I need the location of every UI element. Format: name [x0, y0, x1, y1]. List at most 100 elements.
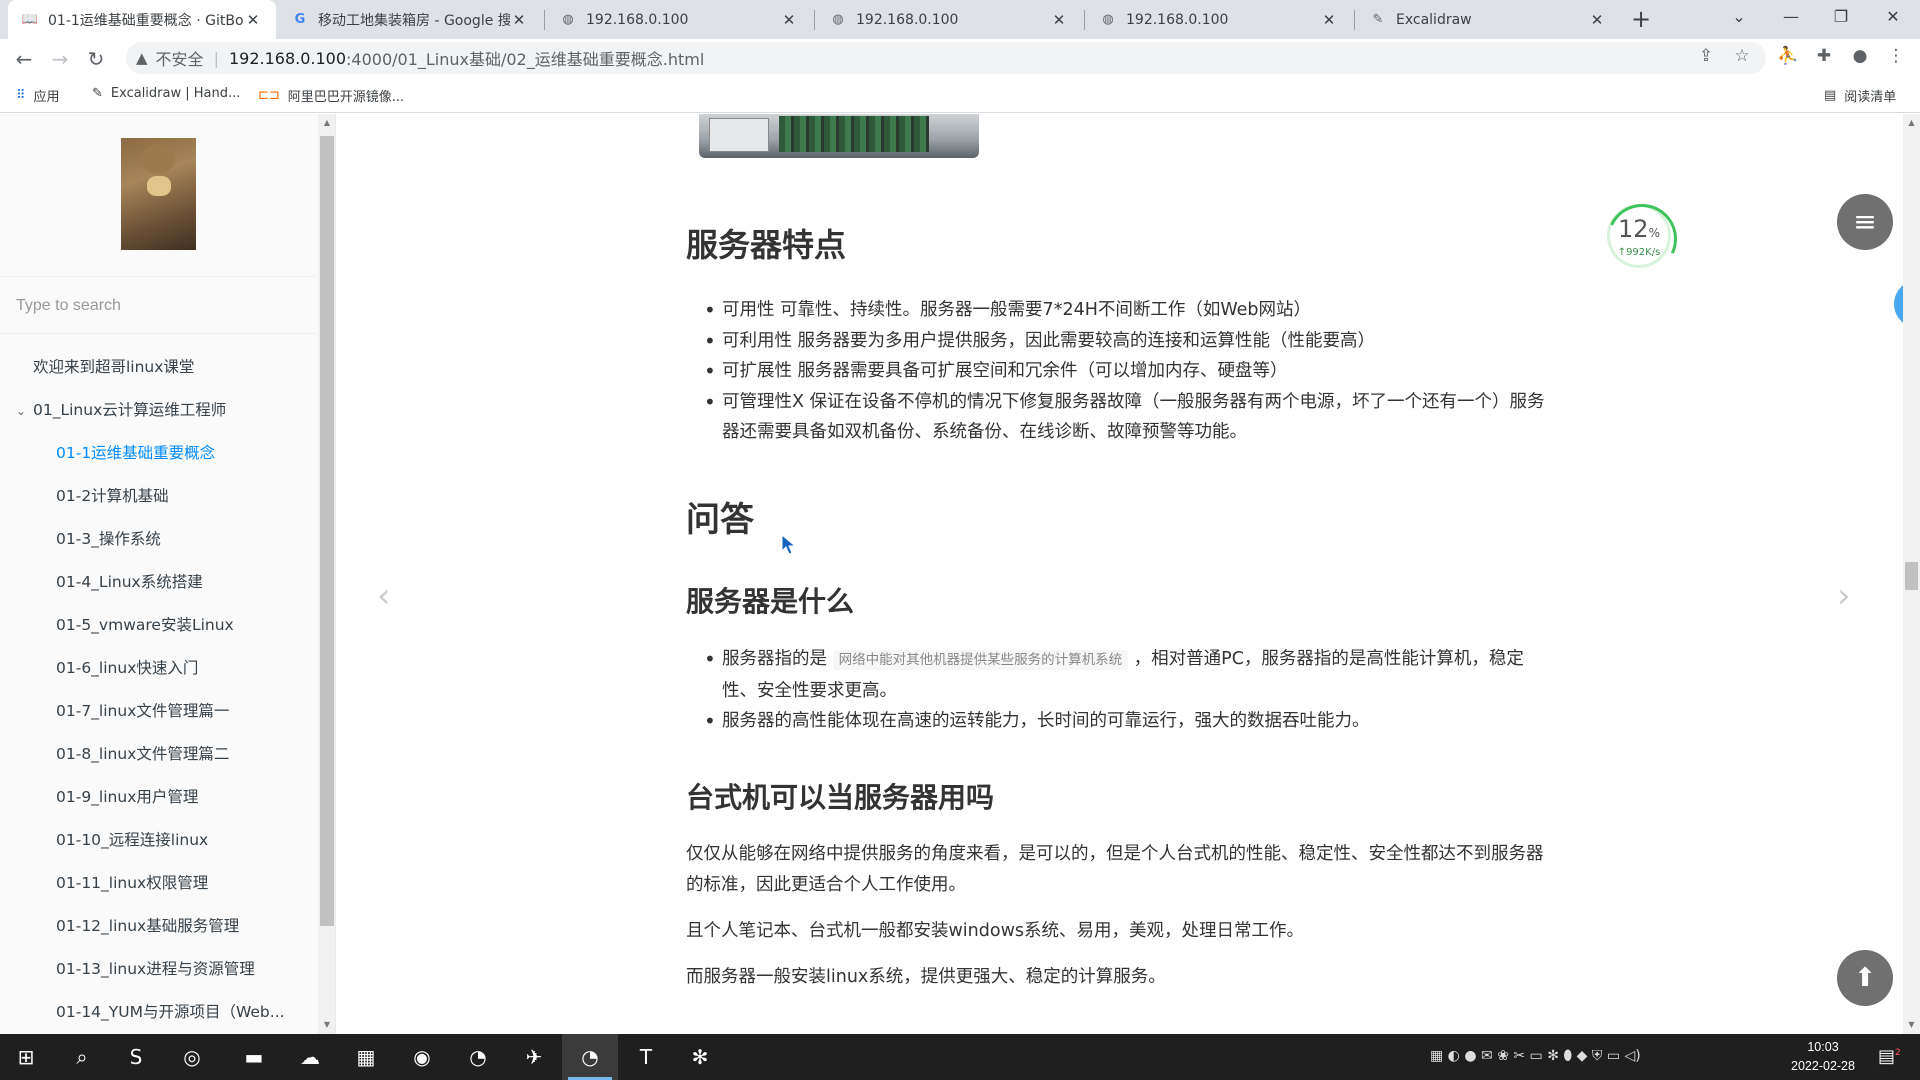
page-scrollbar[interactable]: ▲ ▼	[1903, 114, 1920, 1034]
notification-icon[interactable]: ▤2	[1878, 1046, 1901, 1067]
profile-avatar-icon[interactable]: ●	[1846, 42, 1874, 70]
typora-icon[interactable]: T	[626, 1041, 666, 1073]
address-bar[interactable]: ▲ 不安全 | 192.168.0.100:4000/01_Linux基础/02…	[126, 42, 1766, 74]
extension-run-icon[interactable]: ⛹	[1774, 42, 1802, 70]
sidebar-item-welcome[interactable]: 欢迎来到超哥linux课堂	[0, 346, 316, 389]
security-label[interactable]: 不安全	[156, 46, 204, 70]
sidebar-item-label: 01-14_YUM与开源项目（Web...	[56, 1003, 285, 1021]
app-cloud-icon[interactable]: ☁	[290, 1041, 330, 1073]
bookmark-apps[interactable]: ⠿ 应用	[16, 86, 60, 105]
file-explorer-icon[interactable]: ▬	[234, 1041, 274, 1073]
notification-count: 2	[1895, 1048, 1901, 1058]
close-icon[interactable]: ✕	[780, 11, 798, 29]
warning-icon[interactable]: ▲	[136, 49, 148, 67]
reading-list[interactable]: ▤ 阅读清单	[1824, 86, 1896, 105]
sidebar-item-label: 欢迎来到超哥linux课堂	[33, 358, 195, 376]
back-to-top-arrow-icon[interactable]: ⬆	[1837, 950, 1893, 1006]
chevron-down-icon[interactable]: ⌄	[16, 390, 33, 432]
tray-icons[interactable]: ▦ ◐ ● ✉ ❀ ✂ ▭ ✻ ⬮ ◆ ⛨ ▭ ◁)	[1430, 1048, 1641, 1064]
sidebar-item-01-2[interactable]: 01-2计算机基础	[0, 475, 316, 518]
network-speed-widget[interactable]: 12% ↑992K/s	[1607, 204, 1671, 268]
sidebar-item-01-7[interactable]: 01-7_linux文件管理篇一	[0, 690, 316, 733]
app-gear-icon[interactable]: ✻	[680, 1041, 720, 1073]
close-icon[interactable]: ✕	[1320, 11, 1338, 29]
app-bird-icon[interactable]: ✈	[514, 1041, 554, 1073]
back-arrow-icon[interactable]: ←	[10, 45, 38, 73]
sidebar-scrollbar[interactable]: ▲ ▼	[318, 114, 335, 1034]
share-icon[interactable]: ⇪	[1692, 42, 1720, 70]
sidebar-item-01-13[interactable]: 01-13_linux进程与资源管理	[0, 948, 316, 991]
scroll-down-arrow-icon[interactable]: ▼	[1903, 1020, 1920, 1029]
sidebar-item-label: 01-4_Linux系统搭建	[56, 573, 203, 591]
close-icon[interactable]: ✕	[1050, 11, 1068, 29]
bookmark-star-icon[interactable]: ☆	[1728, 42, 1756, 70]
heading-what-is-server: 服务器是什么	[686, 585, 855, 618]
scroll-down-arrow-icon[interactable]: ▼	[318, 1020, 335, 1029]
sidebar-item-01-12[interactable]: 01-12_linux基础服务管理	[0, 905, 316, 948]
restore-button[interactable]: ❐	[1818, 0, 1864, 34]
browser-toolbar: ← → ↻ ▲ 不安全 | 192.168.0.100:4000/01_Linu…	[0, 39, 1920, 77]
google-icon: G	[294, 12, 306, 27]
tab-separator	[544, 10, 545, 30]
globe-icon: ◍	[832, 12, 844, 27]
sidebar-item-01-10[interactable]: 01-10_远程连接linux	[0, 819, 316, 862]
scroll-up-arrow-icon[interactable]: ▲	[318, 118, 335, 127]
sidebar-item-01-8[interactable]: 01-8_linux文件管理篇二	[0, 733, 316, 776]
sidebar-search	[0, 276, 316, 335]
close-icon[interactable]: ✕	[244, 11, 262, 29]
menu-hamburger-icon[interactable]: ≡	[1837, 194, 1893, 250]
url-path: :4000/01_Linux基础/02_运维基础重要概念.html	[346, 50, 705, 69]
prev-page-chevron-icon[interactable]: ‹	[377, 576, 391, 616]
sidebar-item-chapter-01[interactable]: ⌄ 01_Linux云计算运维工程师	[0, 389, 316, 432]
sidebar-item-01-11[interactable]: 01-11_linux权限管理	[0, 862, 316, 905]
chrome-active-icon[interactable]: ◔	[570, 1041, 610, 1073]
scroll-up-arrow-icon[interactable]: ▲	[1903, 118, 1920, 127]
next-page-chevron-icon[interactable]: ›	[1837, 576, 1851, 616]
app-store-icon[interactable]: ▦	[346, 1041, 386, 1073]
bookmark-excalidraw[interactable]: ✎ Excalidraw | Hand...	[92, 86, 240, 101]
reload-icon[interactable]: ↻	[82, 45, 110, 73]
close-icon[interactable]: ✕	[1588, 11, 1606, 29]
extensions-puzzle-icon[interactable]: ✚	[1810, 42, 1838, 70]
excalidraw-icon: ✎	[92, 86, 103, 101]
sidebar-item-01-9[interactable]: 01-9_linux用户管理	[0, 776, 316, 819]
search-input[interactable]	[0, 277, 316, 335]
sidebar-item-01-6[interactable]: 01-6_linux快速入门	[0, 647, 316, 690]
tab-host-2[interactable]: ◍ 192.168.0.100 ✕	[816, 0, 1082, 39]
sidebar-item-01-3[interactable]: 01-3_操作系统	[0, 518, 316, 561]
close-window-button[interactable]: ✕	[1870, 0, 1916, 34]
sidebar-item-01-1[interactable]: 01-1运维基础重要概念	[0, 432, 316, 475]
bookmark-aliyun[interactable]: ⊏⊐ 阿里巴巴开源镜像...	[258, 86, 404, 105]
sidebar-item-01-14[interactable]: 01-14_YUM与开源项目（Web...	[0, 991, 316, 1034]
search-icon[interactable]: ⌕	[62, 1041, 102, 1073]
system-clock[interactable]: 10:03 2022-02-28	[1778, 1038, 1868, 1076]
app-red-icon[interactable]: ◉	[402, 1041, 442, 1073]
chrome-icon[interactable]: ◔	[458, 1041, 498, 1073]
sidebar-item-label: 01-12_linux基础服务管理	[56, 917, 240, 935]
tab-google[interactable]: G 移动工地集装箱房 - Google 搜索 ✕	[278, 0, 542, 39]
app-s-icon[interactable]: S	[116, 1041, 156, 1073]
close-icon[interactable]: ✕	[510, 11, 528, 29]
server-image	[699, 114, 979, 158]
scrollbar-thumb[interactable]	[320, 136, 334, 926]
tab-excalidraw[interactable]: ✎ Excalidraw ✕	[1356, 0, 1620, 39]
windows-start-icon[interactable]: ⊞	[6, 1041, 46, 1073]
tab-host-1[interactable]: ◍ 192.168.0.100 ✕	[546, 0, 812, 39]
minimize-button[interactable]: —	[1768, 0, 1814, 34]
tab-title: 01-1运维基础重要概念 · GitBoo	[48, 12, 244, 29]
sidebar-item-01-4[interactable]: 01-4_Linux系统搭建	[0, 561, 316, 604]
tab-gitbook[interactable]: 📖 01-1运维基础重要概念 · GitBoo ✕	[8, 0, 276, 39]
tab-search-icon[interactable]: ⌄	[1716, 0, 1762, 34]
sidebar-item-label: 01-11_linux权限管理	[56, 874, 209, 892]
tab-host-3[interactable]: ◍ 192.168.0.100 ✕	[1086, 0, 1352, 39]
lens-search-icon[interactable]: ◎	[172, 1041, 212, 1073]
globe-icon: ◍	[1102, 12, 1114, 27]
more-menu-icon[interactable]: ⋮	[1882, 42, 1910, 70]
tab-title: 移动工地集装箱房 - Google 搜索	[318, 12, 510, 29]
forward-arrow-icon[interactable]: →	[46, 45, 74, 73]
scrollbar-thumb[interactable]	[1905, 562, 1918, 590]
globe-icon: ◍	[562, 12, 574, 27]
sidebar-item-01-5[interactable]: 01-5_vmware安装Linux	[0, 604, 316, 647]
new-tab-button[interactable]: +	[1626, 4, 1656, 34]
sidebar-item-label: 01-2计算机基础	[56, 487, 169, 505]
